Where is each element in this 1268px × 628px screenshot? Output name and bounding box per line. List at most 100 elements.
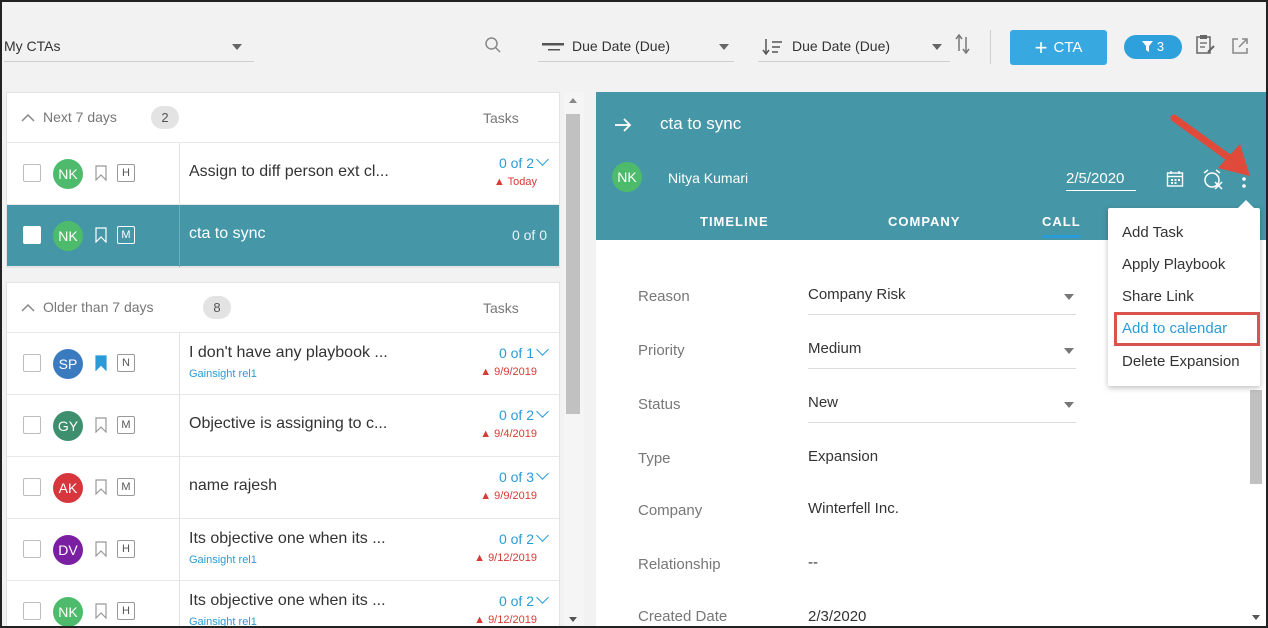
priority-badge: N bbox=[117, 354, 135, 372]
row-checkbox[interactable] bbox=[23, 478, 41, 496]
cta-name[interactable]: Assign to diff person ext cl... bbox=[189, 163, 389, 181]
task-progress[interactable]: 0 of 2 bbox=[447, 153, 549, 171]
tasks-column-header: Tasks bbox=[483, 300, 519, 316]
task-progress[interactable]: 0 of 0 bbox=[447, 227, 547, 243]
filter-badge[interactable]: 3 bbox=[1124, 35, 1182, 59]
cta-row[interactable]: SP N I don't have any playbook ... Gains… bbox=[7, 333, 559, 395]
row-checkbox[interactable] bbox=[23, 354, 41, 372]
group-header[interactable]: Older than 7 days 8 Tasks bbox=[7, 283, 559, 333]
toolbar-divider bbox=[990, 30, 991, 64]
cta-relationship[interactable]: Gainsight rel1 bbox=[189, 368, 257, 380]
cta-name[interactable]: I don't have any playbook ... bbox=[189, 344, 388, 362]
group-header[interactable]: Next 7 days 2 Tasks bbox=[7, 93, 559, 143]
row-checkbox[interactable] bbox=[23, 164, 41, 182]
menu-item-add-task[interactable]: Add Task bbox=[1122, 224, 1183, 241]
chevron-down-icon bbox=[536, 343, 549, 356]
menu-item-apply-playbook[interactable]: Apply Playbook bbox=[1122, 256, 1225, 273]
tab-timeline[interactable]: TIMELINE bbox=[700, 214, 769, 229]
scroll-down-icon[interactable] bbox=[569, 617, 577, 622]
chevron-down-icon bbox=[232, 44, 242, 50]
task-progress[interactable]: 0 of 2 bbox=[447, 591, 549, 609]
sort-lines-icon bbox=[542, 43, 564, 51]
detail-title[interactable]: cta to sync bbox=[660, 114, 741, 134]
bookmark-icon[interactable] bbox=[95, 165, 107, 181]
clipboard-icon[interactable] bbox=[1194, 34, 1216, 56]
tab-call[interactable]: CALL bbox=[1042, 214, 1081, 238]
priority-badge: H bbox=[117, 540, 135, 558]
chevron-down-icon[interactable] bbox=[1064, 402, 1074, 408]
group-title: Older than 7 days bbox=[43, 299, 154, 315]
bookmark-filled-icon[interactable] bbox=[95, 355, 107, 371]
tab-company[interactable]: COMPANY bbox=[888, 214, 960, 229]
status-select[interactable]: New bbox=[808, 394, 838, 411]
chevron-up-icon[interactable] bbox=[21, 113, 35, 123]
field-label-relationship: Relationship bbox=[638, 556, 721, 573]
sort-field-select[interactable]: Due Date (Due) bbox=[538, 30, 734, 62]
row-checkbox[interactable] bbox=[23, 540, 41, 558]
add-cta-button[interactable]: + CTA bbox=[1010, 30, 1107, 65]
priority-badge: H bbox=[117, 164, 135, 182]
bookmark-icon[interactable] bbox=[95, 479, 107, 495]
cta-row-selected[interactable]: NK M cta to sync 0 of 0 bbox=[7, 205, 559, 267]
group-next-7-days: Next 7 days 2 Tasks NK H Assign to diff … bbox=[6, 92, 560, 268]
field-label-status: Status bbox=[638, 396, 681, 413]
row-checkbox[interactable] bbox=[23, 416, 41, 434]
group-count-badge: 2 bbox=[151, 106, 179, 129]
due-date: ▲ 9/12/2019 bbox=[474, 552, 537, 564]
bookmark-icon[interactable] bbox=[95, 227, 107, 243]
scroll-up-icon[interactable] bbox=[569, 98, 577, 103]
row-checkbox[interactable] bbox=[23, 602, 41, 620]
cta-name[interactable]: name rajesh bbox=[189, 477, 277, 495]
chevron-down-icon[interactable] bbox=[1064, 348, 1074, 354]
task-progress[interactable]: 0 of 2 bbox=[447, 529, 549, 547]
cta-row[interactable]: AK M name rajesh 0 of 3 ▲ 9/9/2019 bbox=[7, 457, 559, 519]
bookmark-icon[interactable] bbox=[95, 541, 107, 557]
cta-name[interactable]: Objective is assigning to c... bbox=[189, 415, 387, 433]
priority-select[interactable]: Medium bbox=[808, 340, 861, 357]
swap-sort-icon[interactable] bbox=[952, 34, 974, 54]
cta-row[interactable]: GY M Objective is assigning to c... 0 of… bbox=[7, 395, 559, 457]
cta-relationship[interactable]: Gainsight rel1 bbox=[189, 616, 257, 626]
cta-row[interactable]: DV H Its objective one when its ... Gain… bbox=[7, 519, 559, 581]
chevron-up-icon[interactable] bbox=[21, 303, 35, 313]
bookmark-icon[interactable] bbox=[95, 603, 107, 619]
open-external-icon[interactable] bbox=[1230, 36, 1250, 56]
task-progress[interactable]: 0 of 1 bbox=[447, 343, 549, 361]
sort-order-select[interactable]: Due Date (Due) bbox=[758, 30, 950, 62]
list-scrollbar[interactable] bbox=[564, 92, 584, 626]
cta-name[interactable]: cta to sync bbox=[189, 225, 265, 243]
view-select[interactable]: My CTAs bbox=[4, 30, 254, 62]
bookmark-icon[interactable] bbox=[95, 417, 107, 433]
arrow-right-icon[interactable] bbox=[614, 118, 632, 132]
due-date: ▲ 9/9/2019 bbox=[480, 490, 537, 502]
task-progress[interactable]: 0 of 2 bbox=[447, 405, 549, 423]
due-date-field[interactable]: 2/5/2020 bbox=[1066, 170, 1136, 191]
search-icon[interactable] bbox=[484, 36, 502, 54]
cta-name[interactable]: Its objective one when its ... bbox=[189, 592, 386, 610]
row-checkbox[interactable] bbox=[23, 226, 41, 244]
scroll-down-icon[interactable] bbox=[1252, 615, 1260, 620]
field-label-created-date: Created Date bbox=[638, 608, 728, 625]
reason-select[interactable]: Company Risk bbox=[808, 286, 906, 303]
company-value: Winterfell Inc. bbox=[808, 500, 899, 517]
chevron-down-icon[interactable] bbox=[1064, 294, 1074, 300]
scrollbar-thumb[interactable] bbox=[566, 114, 580, 414]
cta-name[interactable]: Its objective one when its ... bbox=[189, 530, 386, 548]
view-select-label: My CTAs bbox=[4, 38, 61, 54]
menu-item-delete-expansion[interactable]: Delete Expansion bbox=[1122, 353, 1240, 370]
chevron-down-icon bbox=[536, 591, 549, 604]
plus-icon: + bbox=[1034, 35, 1048, 60]
menu-item-share-link[interactable]: Share Link bbox=[1122, 288, 1194, 305]
due-date: ▲ 9/4/2019 bbox=[480, 428, 537, 440]
cta-row[interactable]: NK H Its objective one when its ... Gain… bbox=[7, 581, 559, 626]
annotation-arrow-icon bbox=[1170, 114, 1250, 176]
cta-row[interactable]: NK H Assign to diff person ext cl... 0 o… bbox=[7, 143, 559, 205]
task-progress[interactable]: 0 of 3 bbox=[447, 467, 549, 485]
owner-name[interactable]: Nitya Kumari bbox=[668, 170, 748, 186]
priority-badge: H bbox=[117, 602, 135, 620]
scrollbar-thumb[interactable] bbox=[1250, 390, 1262, 484]
chevron-down-icon bbox=[536, 467, 549, 480]
cta-relationship[interactable]: Gainsight rel1 bbox=[189, 554, 257, 566]
field-label-priority: Priority bbox=[638, 342, 685, 359]
avatar: SP bbox=[53, 349, 83, 379]
